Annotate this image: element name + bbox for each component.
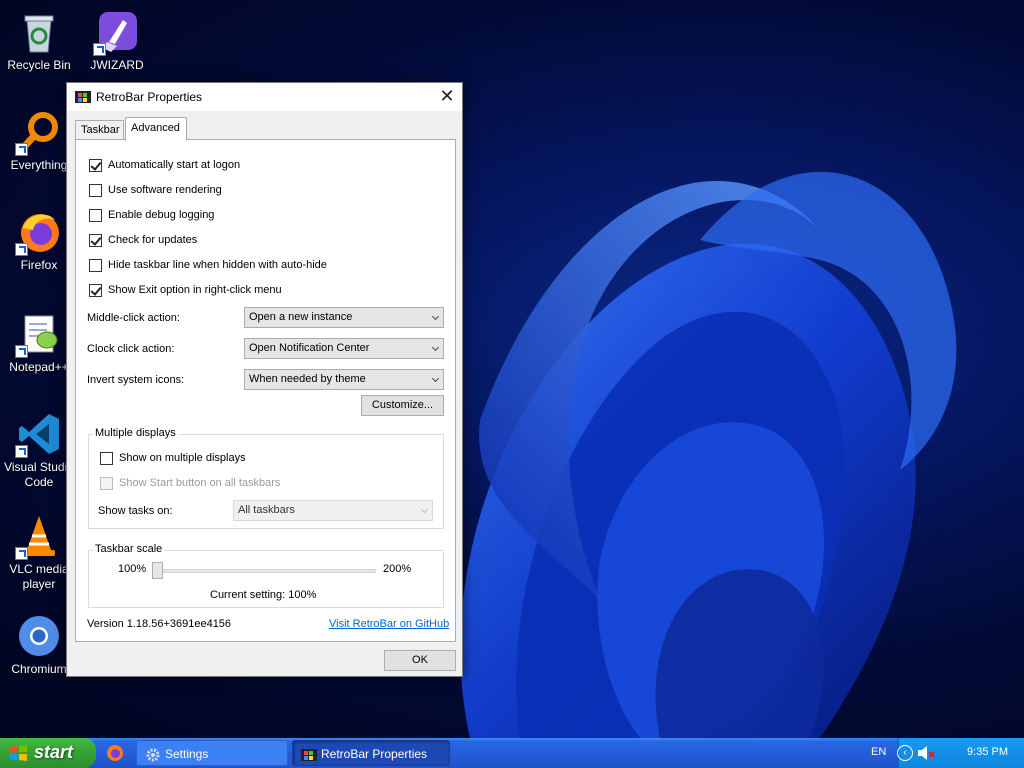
checkbox-box[interactable]	[89, 158, 102, 172]
tab-taskbar[interactable]: Taskbar	[75, 120, 124, 140]
task-button-settings[interactable]: Settings	[136, 740, 288, 766]
checkbox-label: Automatically start at logon	[108, 159, 241, 171]
scale-slider-track[interactable]	[156, 569, 376, 573]
start-button[interactable]: start	[0, 738, 96, 768]
invert-icons-select[interactable]: When needed by theme	[244, 369, 444, 390]
scale-slider-thumb[interactable]	[152, 562, 163, 579]
shortcut-arrow-icon	[15, 547, 28, 560]
vlc-cone-icon	[15, 514, 61, 560]
firefox-quicklaunch-icon[interactable]	[106, 744, 124, 762]
clock-click-select[interactable]: Open Notification Center	[244, 338, 444, 359]
start-label: start	[34, 742, 74, 762]
combo-value: Open a new instance	[249, 311, 353, 323]
gear-icon	[145, 746, 161, 762]
middle-click-select[interactable]: Open a new instance	[244, 307, 444, 328]
combo-value: All taskbars	[238, 504, 295, 516]
invert-icons-label: Invert system icons:	[87, 374, 185, 386]
checkbox-debug-logging[interactable]: Enable debug logging	[89, 207, 214, 223]
checkbox-label: Use software rendering	[108, 184, 222, 196]
scale-max-label: 200%	[383, 563, 412, 575]
tab-advanced[interactable]: Advanced	[125, 117, 187, 141]
checkbox-label: Show on multiple displays	[119, 452, 246, 464]
middle-click-label: Middle-click action:	[87, 312, 180, 324]
volume-muted-icon[interactable]	[917, 745, 935, 761]
checkbox-label: Hide taskbar line when hidden with auto-…	[108, 259, 327, 271]
clock-click-label: Clock click action:	[87, 343, 175, 355]
checkbox-box[interactable]	[89, 208, 102, 222]
shortcut-arrow-icon	[15, 345, 28, 358]
checkbox-box	[100, 476, 113, 490]
checkbox-label: Check for updates	[108, 234, 198, 246]
checkbox-label: Show Exit option in right-click menu	[108, 284, 282, 296]
checkbox-label: Show Start button on all taskbars	[119, 477, 281, 489]
retrobar-app-icon	[301, 746, 317, 762]
combo-value: Open Notification Center	[249, 342, 370, 354]
jwizard-cleaner-icon	[93, 10, 139, 56]
show-hidden-icons[interactable]: ‹	[897, 745, 913, 761]
checkbox-show-start-all-taskbars: Show Start button on all taskbars	[100, 475, 280, 491]
close-icon[interactable]: ✕	[432, 83, 462, 111]
shortcut-arrow-icon	[15, 243, 28, 256]
combo-value: When needed by theme	[249, 373, 366, 385]
notepadpp-icon	[15, 312, 61, 358]
checkbox-hide-taskbar-line[interactable]: Hide taskbar line when hidden with auto-…	[89, 257, 327, 273]
ok-button[interactable]: OK	[384, 650, 456, 671]
taskbar-clock[interactable]: 9:35 PM	[967, 746, 1008, 758]
desktop-icon-label: Recycle Bin	[7, 58, 71, 72]
system-tray: EN ‹ 9:35 PM	[871, 738, 1024, 768]
checkbox-box[interactable]	[89, 283, 102, 297]
firefox-icon	[15, 210, 61, 256]
chevron-down-icon	[420, 505, 429, 514]
checkbox-check-updates[interactable]: Check for updates	[89, 232, 197, 248]
checkbox-auto-start[interactable]: Automatically start at logon	[89, 157, 240, 173]
retrobar-properties-dialog: RetroBar Properties ✕ Taskbar Advanced A…	[66, 82, 463, 677]
task-button-retrobar-properties[interactable]: RetroBar Properties	[292, 740, 450, 766]
scale-current-setting: Current setting: 100%	[210, 589, 317, 601]
windows-flag-icon	[9, 744, 29, 762]
shortcut-arrow-icon	[15, 445, 28, 458]
checkbox-box[interactable]	[100, 451, 113, 465]
chromium-icon	[17, 614, 61, 658]
desktop-icon-recycle-bin[interactable]: Recycle Bin	[0, 10, 78, 73]
show-tasks-select: All taskbars	[233, 500, 433, 521]
multiple-displays-title: Multiple displays	[93, 427, 178, 439]
customize-button[interactable]: Customize...	[361, 395, 444, 416]
vscode-icon	[15, 412, 61, 458]
task-label: RetroBar Properties	[321, 747, 428, 761]
desktop-icon-label: JWIZARD Cleaner	[90, 58, 144, 75]
checkbox-label: Enable debug logging	[108, 209, 215, 221]
scale-min-label: 100%	[118, 563, 147, 575]
github-link[interactable]: Visit RetroBar on GitHub	[329, 618, 449, 630]
language-indicator[interactable]: EN	[871, 746, 886, 758]
everything-search-icon	[15, 110, 61, 156]
taskbar-scale-title: Taskbar scale	[93, 543, 165, 555]
task-label: Settings	[165, 747, 209, 761]
checkbox-software-rendering[interactable]: Use software rendering	[89, 182, 222, 198]
checkbox-box[interactable]	[89, 258, 102, 272]
checkbox-box[interactable]	[89, 183, 102, 197]
retrobar-app-icon	[75, 89, 91, 105]
desktop-icon-jwizard-cleaner[interactable]: JWIZARD Cleaner	[78, 10, 156, 75]
taskbar: start Settings RetroBar Properties EN ‹ …	[0, 738, 1024, 768]
chevron-down-icon	[431, 374, 440, 383]
show-tasks-label: Show tasks on:	[98, 505, 173, 517]
advanced-tab-panel: Automatically start at logon Use softwar…	[75, 139, 456, 642]
chevron-down-icon	[431, 312, 440, 321]
checkbox-box[interactable]	[89, 233, 102, 247]
dialog-titlebar[interactable]: RetroBar Properties ✕	[67, 83, 462, 111]
dialog-title: RetroBar Properties	[96, 90, 203, 104]
chevron-down-icon	[431, 343, 440, 352]
shortcut-arrow-icon	[93, 43, 106, 56]
recycle-bin-icon	[17, 10, 61, 54]
checkbox-show-multiple-displays[interactable]: Show on multiple displays	[100, 450, 246, 466]
version-text: Version 1.18.56+3691ee4156	[87, 618, 232, 630]
checkbox-show-exit[interactable]: Show Exit option in right-click menu	[89, 282, 282, 298]
shortcut-arrow-icon	[15, 143, 28, 156]
